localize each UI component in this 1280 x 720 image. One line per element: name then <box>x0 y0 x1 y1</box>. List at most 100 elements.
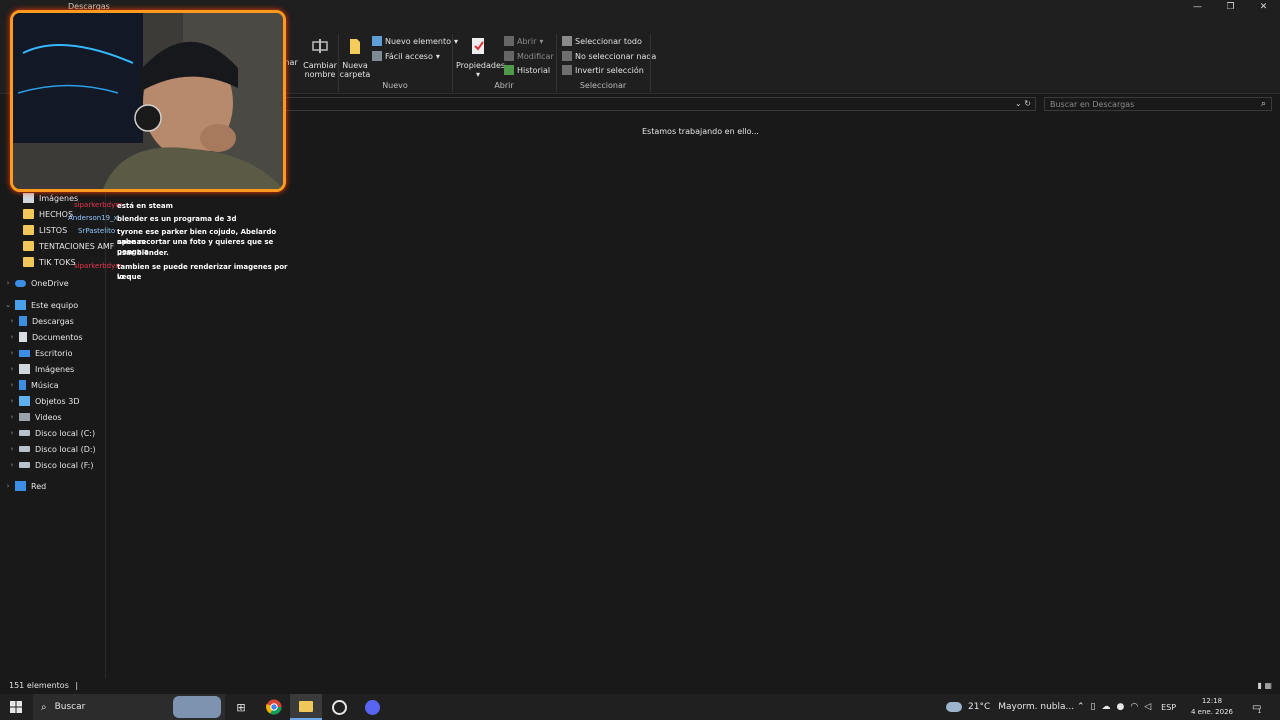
chrome-taskbar-button[interactable] <box>258 694 290 720</box>
chevron-right-icon[interactable]: › <box>8 333 16 341</box>
clock[interactable]: 12:18 4 ene. 2026 <box>1190 696 1234 718</box>
search-placeholder: Buscar en Descargas <box>1050 100 1135 109</box>
nav-label: Objetos 3D <box>35 396 80 406</box>
nav-item-this-pc[interactable]: ⌄ Este equipo <box>4 298 78 312</box>
refresh-icon[interactable]: ⌄ ↻ <box>1015 99 1031 108</box>
nav-item-listos[interactable]: LISTOS <box>20 223 67 237</box>
pictures-icon <box>23 193 34 203</box>
nav-item-imagenes-quick[interactable]: Imágenes <box>20 191 78 205</box>
address-bar[interactable]: ⌄ ↻ <box>280 97 1036 111</box>
chevron-right-icon[interactable]: › <box>8 445 16 453</box>
chevron-down-icon: ▾ <box>539 36 544 46</box>
chevron-right-icon[interactable]: › <box>4 482 12 490</box>
rename-icon <box>312 39 328 53</box>
nav-item-red[interactable]: › Red <box>4 479 46 493</box>
chat-message: está en steam <box>117 202 173 210</box>
history-button[interactable]: Historial <box>504 65 550 75</box>
open-button[interactable]: Abrir ▾ <box>504 36 543 46</box>
obs-taskbar-button[interactable] <box>323 694 355 720</box>
folder-icon <box>23 209 34 219</box>
nav-item-disco-c[interactable]: › Disco local (C:) <box>8 426 96 440</box>
weather-widget[interactable]: 21°C Mayorm. nubla... <box>946 694 1074 720</box>
nav-label: TIK TOKS <box>39 257 76 267</box>
chevron-right-icon[interactable]: › <box>8 461 16 469</box>
volume-icon[interactable]: ◁ <box>1144 702 1151 712</box>
invert-selection-icon <box>562 65 572 75</box>
folder-icon <box>23 241 34 251</box>
modify-button[interactable]: Modificar <box>504 51 554 61</box>
new-item-button[interactable]: Nuevo elemento ▾ <box>372 36 458 46</box>
history-label: Historial <box>517 65 551 75</box>
document-icon <box>19 332 27 342</box>
task-view-button[interactable]: ⊞ <box>225 694 257 720</box>
chevron-right-icon[interactable]: › <box>8 365 16 373</box>
chevron-right-icon[interactable]: › <box>8 349 16 357</box>
discord-taskbar-button[interactable] <box>356 694 388 720</box>
computer-icon <box>15 300 26 310</box>
drive-icon <box>19 462 30 468</box>
select-all-button[interactable]: Seleccionar todo <box>562 36 642 46</box>
restore-button[interactable]: ❐ <box>1214 0 1247 14</box>
minimize-button[interactable]: — <box>1181 0 1214 14</box>
nav-item-tiktoks[interactable]: TIK TOKS <box>20 255 76 269</box>
chevron-up-icon[interactable]: ⌃ <box>1077 702 1085 712</box>
select-all-icon <box>562 36 572 46</box>
chevron-right-icon[interactable]: › <box>4 279 12 287</box>
chevron-right-icon[interactable]: › <box>8 317 16 325</box>
select-none-button[interactable]: No seleccionar nada <box>562 51 656 61</box>
nav-item-disco-f[interactable]: › Disco local (F:) <box>8 458 94 472</box>
chevron-right-icon[interactable]: › <box>8 429 16 437</box>
open-label: Abrir <box>517 36 537 46</box>
chat-message: blender es un programa de 3d <box>117 215 237 223</box>
microphone-icon[interactable]: ● <box>1117 702 1125 712</box>
group-caption-new: Nuevo <box>382 81 408 90</box>
status-bar: 151 elementos | ▮ ▦ <box>0 678 1280 694</box>
properties-button[interactable]: Propiedades ▾ <box>456 36 505 79</box>
new-folder-button[interactable]: Nueva carpeta <box>333 36 377 79</box>
history-icon <box>504 65 514 75</box>
select-none-icon <box>562 51 572 61</box>
drive-icon <box>19 446 30 452</box>
notification-button[interactable]: ▭ 1 <box>1252 694 1261 720</box>
language-indicator[interactable]: ESP <box>1161 703 1176 712</box>
nav-item-imagenes[interactable]: › Imágenes <box>8 362 74 376</box>
folder-icon <box>299 700 313 712</box>
pictures-icon <box>19 364 30 374</box>
clock-time: 12:18 <box>1201 697 1223 705</box>
chevron-right-icon[interactable]: › <box>8 397 16 405</box>
nav-label: Disco local (C:) <box>35 428 96 438</box>
nav-item-documentos[interactable]: › Documentos <box>8 330 83 344</box>
taskbar-search[interactable]: ⌕ Buscar <box>33 694 225 720</box>
nav-item-escritorio[interactable]: › Escritorio <box>8 346 73 360</box>
chat-message: usar blender. <box>117 249 169 257</box>
nav-item-tentaciones[interactable]: TENTACIONES AMF <box>20 239 114 253</box>
wifi-icon[interactable]: ◠ <box>1130 702 1138 712</box>
system-tray: ⌃ ▯ ☁ ● ◠ ◁ ESP <box>1077 694 1176 720</box>
chevron-down-icon[interactable]: ⌄ <box>4 301 12 309</box>
nav-item-musica[interactable]: › Música <box>8 378 59 392</box>
discord-icon <box>364 699 380 715</box>
nav-item-hechos[interactable]: HECHOS <box>20 207 73 221</box>
cloud-icon[interactable]: ☁ <box>1102 702 1111 712</box>
search-input[interactable]: Buscar en Descargas ⌕ <box>1044 97 1272 111</box>
nav-item-descargas[interactable]: › Descargas <box>8 314 74 328</box>
nav-label: TENTACIONES AMF <box>39 241 115 251</box>
device-icon[interactable]: ▯ <box>1091 702 1096 712</box>
nav-label: Imágenes <box>35 364 75 374</box>
easy-access-button[interactable]: Fácil acceso ▾ <box>372 51 440 61</box>
nav-label: Descargas <box>32 316 74 326</box>
nav-item-videos[interactable]: › Videos <box>8 410 62 424</box>
nav-label: OneDrive <box>31 278 69 288</box>
nav-item-onedrive[interactable]: › OneDrive <box>4 276 69 290</box>
view-toggle-icon[interactable]: ▮ ▦ <box>1257 681 1272 690</box>
chat-username: siparkerbdyro <box>74 201 123 209</box>
file-explorer-taskbar-button[interactable] <box>290 694 322 720</box>
nav-item-disco-d[interactable]: › Disco local (D:) <box>8 442 96 456</box>
nav-item-objetos-3d[interactable]: › Objetos 3D <box>8 394 80 408</box>
close-button[interactable]: ✕ <box>1247 0 1280 14</box>
music-icon <box>19 380 26 390</box>
invert-selection-button[interactable]: Invertir selección <box>562 65 644 75</box>
windows-start-icon[interactable] <box>10 701 22 713</box>
chevron-right-icon[interactable]: › <box>8 381 16 389</box>
chevron-right-icon[interactable]: › <box>8 413 16 421</box>
